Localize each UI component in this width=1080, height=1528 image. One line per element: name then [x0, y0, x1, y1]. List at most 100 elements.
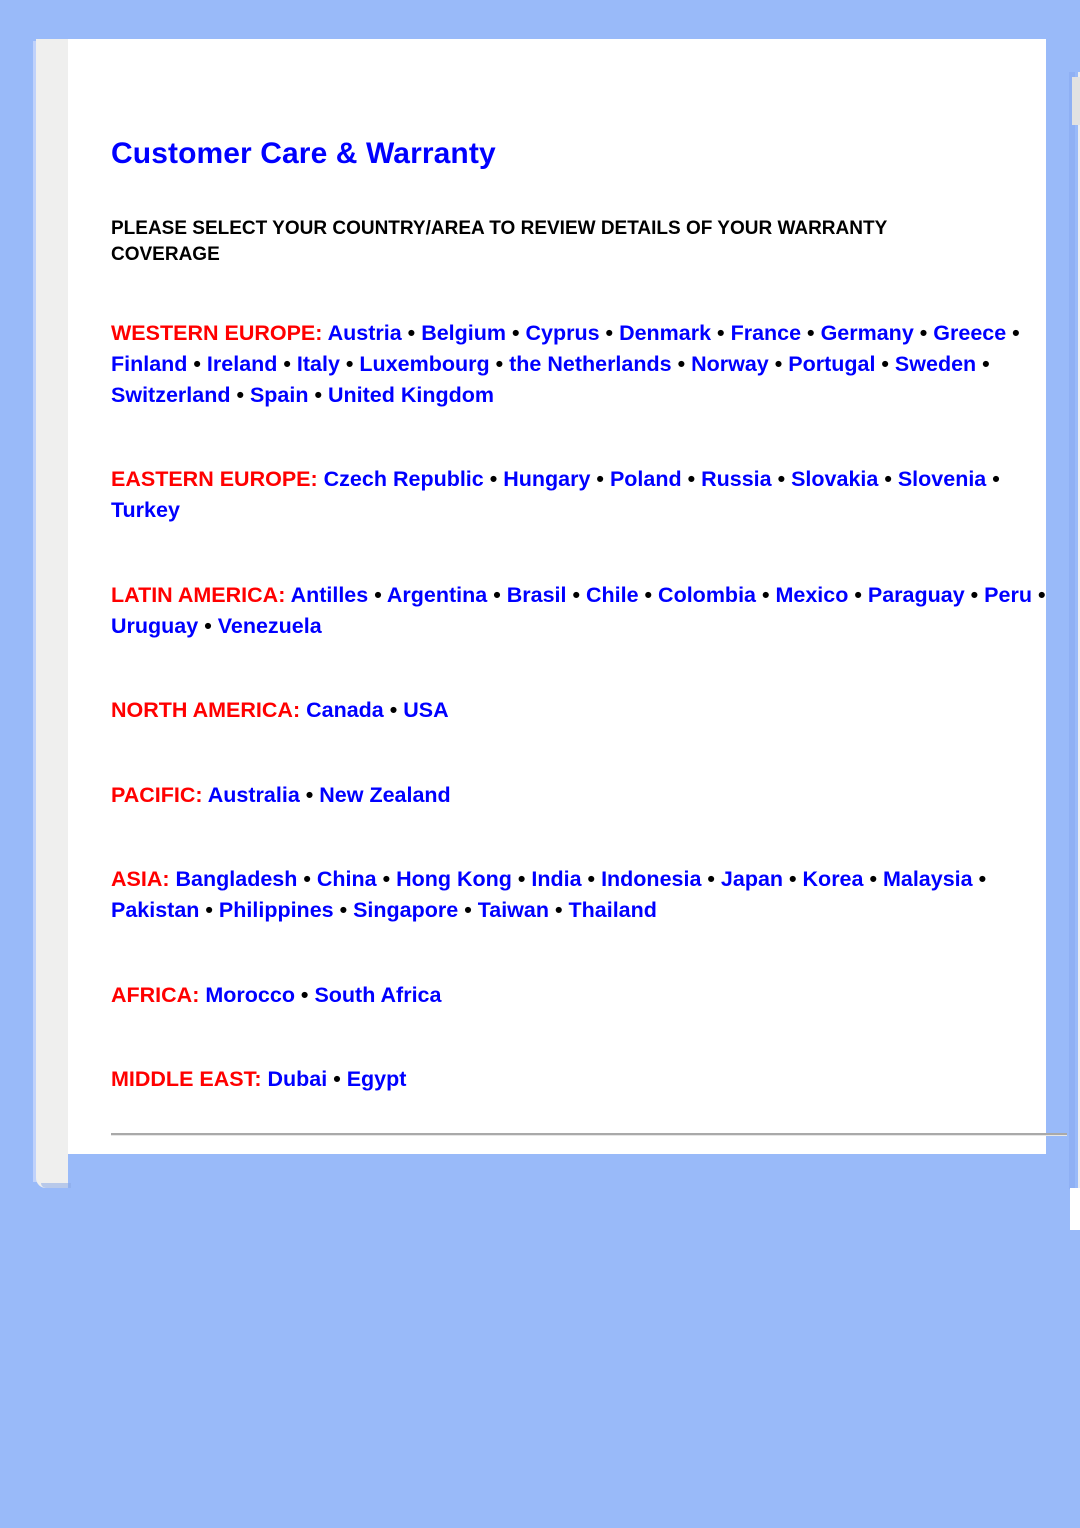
country-link[interactable]: Canada	[306, 698, 384, 722]
country-link[interactable]: Chile	[586, 583, 639, 607]
country-link[interactable]: the Netherlands	[509, 352, 671, 376]
country-link[interactable]: India	[531, 867, 581, 891]
country-separator: •	[487, 582, 507, 607]
country-link[interactable]: Austria	[328, 321, 402, 345]
country-link[interactable]: Slovakia	[791, 467, 878, 491]
region-north: NORTH AMERICA: Canada • USA	[111, 695, 1071, 758]
country-link[interactable]: Philippines	[219, 898, 334, 922]
country-link[interactable]: Egypt	[347, 1067, 407, 1091]
country-link[interactable]: China	[317, 867, 377, 891]
country-link[interactable]: New Zealand	[319, 783, 450, 807]
country-link[interactable]: Paraguay	[868, 583, 965, 607]
country-separator: •	[368, 582, 387, 607]
region-label: EASTERN EUROPE:	[111, 467, 318, 491]
country-separator: •	[230, 382, 250, 407]
region-asia: ASIA: Bangladesh • China • Hong Kong • I…	[111, 864, 1071, 958]
country-link[interactable]: Sweden	[895, 352, 976, 376]
country-link[interactable]: Argentina	[387, 583, 487, 607]
country-link[interactable]: Turkey	[111, 498, 180, 522]
country-link[interactable]: Belgium	[421, 321, 506, 345]
country-link[interactable]: Malaysia	[883, 867, 973, 891]
country-separator: •	[701, 867, 721, 891]
country-separator: •	[566, 582, 586, 607]
country-link[interactable]: Taiwan	[478, 898, 549, 922]
country-link[interactable]: Italy	[297, 352, 340, 376]
page-title: Customer Care & Warranty	[111, 137, 496, 170]
page-tab-top-right[interactable]	[1072, 77, 1080, 125]
content-divider	[111, 1133, 1067, 1136]
country-separator: •	[913, 320, 934, 345]
country-separator: •	[756, 582, 776, 607]
country-link[interactable]: Antilles	[291, 583, 369, 607]
country-link[interactable]: Czech Republic	[324, 467, 484, 491]
country-link[interactable]: USA	[403, 698, 448, 722]
country-link[interactable]: Luxembourg	[359, 352, 489, 376]
country-separator: •	[986, 467, 1000, 491]
region-africa: AFRICA: Morocco • South Africa	[111, 980, 1071, 1043]
instruction-text: PLEASE SELECT YOUR COUNTRY/AREA TO REVIE…	[111, 218, 887, 265]
country-separator: •	[299, 782, 320, 807]
country-separator: •	[863, 867, 883, 891]
country-link[interactable]: Hong Kong	[396, 867, 512, 891]
country-link[interactable]: Pakistan	[111, 898, 199, 922]
country-link[interactable]: Norway	[691, 352, 769, 376]
country-link[interactable]: South Africa	[314, 983, 441, 1007]
country-separator: •	[783, 867, 803, 891]
country-separator: •	[711, 320, 731, 345]
page-left-gutter-shadow	[41, 1183, 71, 1188]
country-link[interactable]: Ireland	[207, 352, 278, 376]
country-link[interactable]: Uruguay	[111, 614, 198, 638]
country-separator: •	[198, 613, 218, 638]
country-separator: •	[801, 320, 821, 345]
country-link[interactable]: Japan	[721, 867, 783, 891]
country-link[interactable]: Russia	[701, 467, 772, 491]
country-separator: •	[599, 320, 620, 345]
country-separator: •	[976, 351, 990, 376]
country-link[interactable]: Singapore	[353, 898, 458, 922]
country-link[interactable]: Finland	[111, 352, 187, 376]
country-link[interactable]: Spain	[250, 383, 309, 407]
country-separator: •	[277, 351, 297, 376]
country-link[interactable]: Venezuela	[218, 614, 322, 638]
country-link[interactable]: Peru	[984, 583, 1032, 607]
region-pacific: PACIFIC: Australia • New Zealand	[111, 780, 1071, 843]
country-link[interactable]: France	[731, 321, 802, 345]
country-link[interactable]: Dubai	[267, 1067, 327, 1091]
country-link[interactable]: Slovenia	[898, 467, 986, 491]
country-link[interactable]: Thailand	[569, 898, 657, 922]
country-separator: •	[581, 867, 602, 891]
country-separator: •	[511, 867, 532, 891]
country-link[interactable]: Colombia	[658, 583, 756, 607]
country-link[interactable]: Indonesia	[601, 867, 701, 891]
country-link[interactable]: Cyprus	[526, 321, 600, 345]
country-link[interactable]: Poland	[610, 467, 682, 491]
country-separator: •	[1006, 320, 1020, 345]
country-separator: •	[489, 351, 510, 376]
country-link[interactable]: Bangladesh	[176, 867, 298, 891]
country-link[interactable]: Switzerland	[111, 383, 230, 407]
country-separator: •	[297, 867, 317, 891]
country-link[interactable]: United Kingdom	[328, 383, 494, 407]
country-link[interactable]: Morocco	[205, 983, 295, 1007]
country-separator: •	[333, 898, 354, 922]
country-link[interactable]: Korea	[803, 867, 864, 891]
country-link[interactable]: Mexico	[775, 583, 848, 607]
document-content: Customer Care & Warranty PLEASE SELECT Y…	[111, 136, 1071, 1136]
country-separator: •	[294, 982, 315, 1007]
country-link[interactable]: Denmark	[619, 321, 711, 345]
country-separator: •	[638, 582, 659, 607]
country-separator: •	[972, 867, 987, 891]
country-link[interactable]: Greece	[933, 321, 1006, 345]
country-separator: •	[458, 898, 478, 922]
region-latin: LATIN AMERICA: Antilles • Argentina • Br…	[111, 580, 1071, 674]
region-label: ASIA:	[111, 867, 170, 891]
country-link[interactable]: Germany	[821, 321, 914, 345]
country-link[interactable]: Australia	[208, 783, 300, 807]
country-link[interactable]: Portugal	[788, 352, 875, 376]
region-eastern: EASTERN EUROPE: Czech Republic • Hungary…	[111, 464, 1071, 558]
country-link[interactable]: Hungary	[503, 467, 590, 491]
region-label: PACIFIC:	[111, 782, 203, 807]
country-separator: •	[1031, 582, 1046, 607]
country-link[interactable]: Brasil	[507, 583, 567, 607]
page-tab-bottom-right[interactable]	[1070, 1188, 1080, 1230]
